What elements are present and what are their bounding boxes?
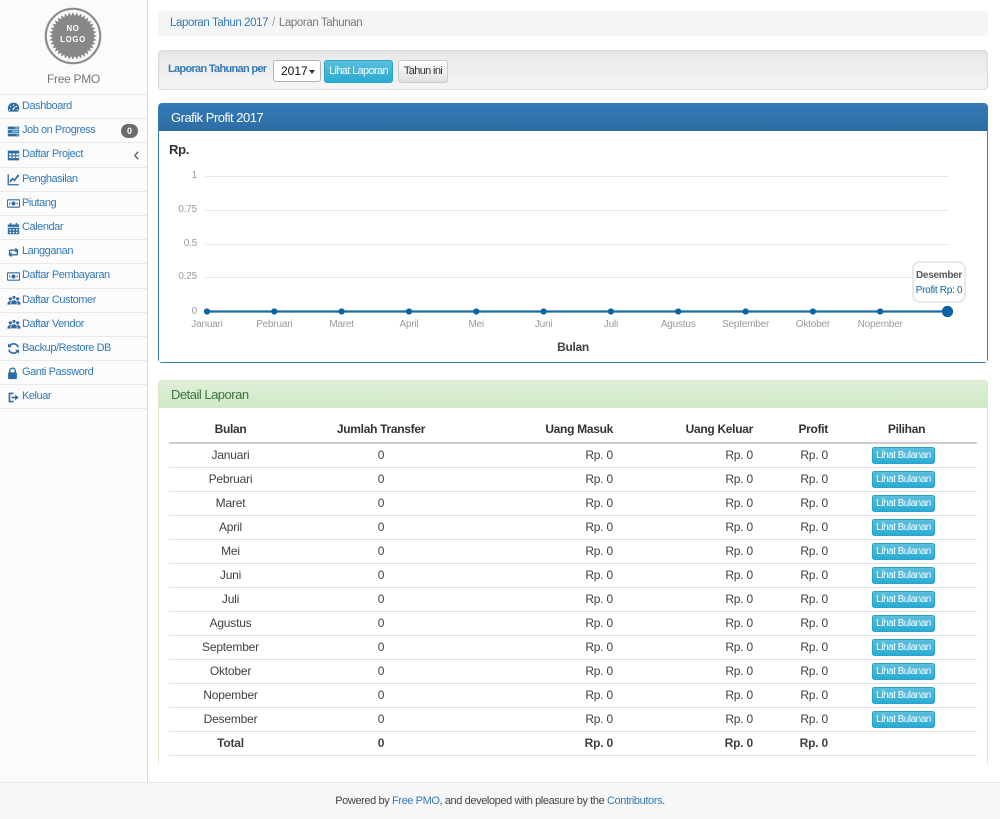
svg-text:NO: NO	[66, 24, 79, 33]
svg-text:LOGO: LOGO	[60, 35, 86, 44]
